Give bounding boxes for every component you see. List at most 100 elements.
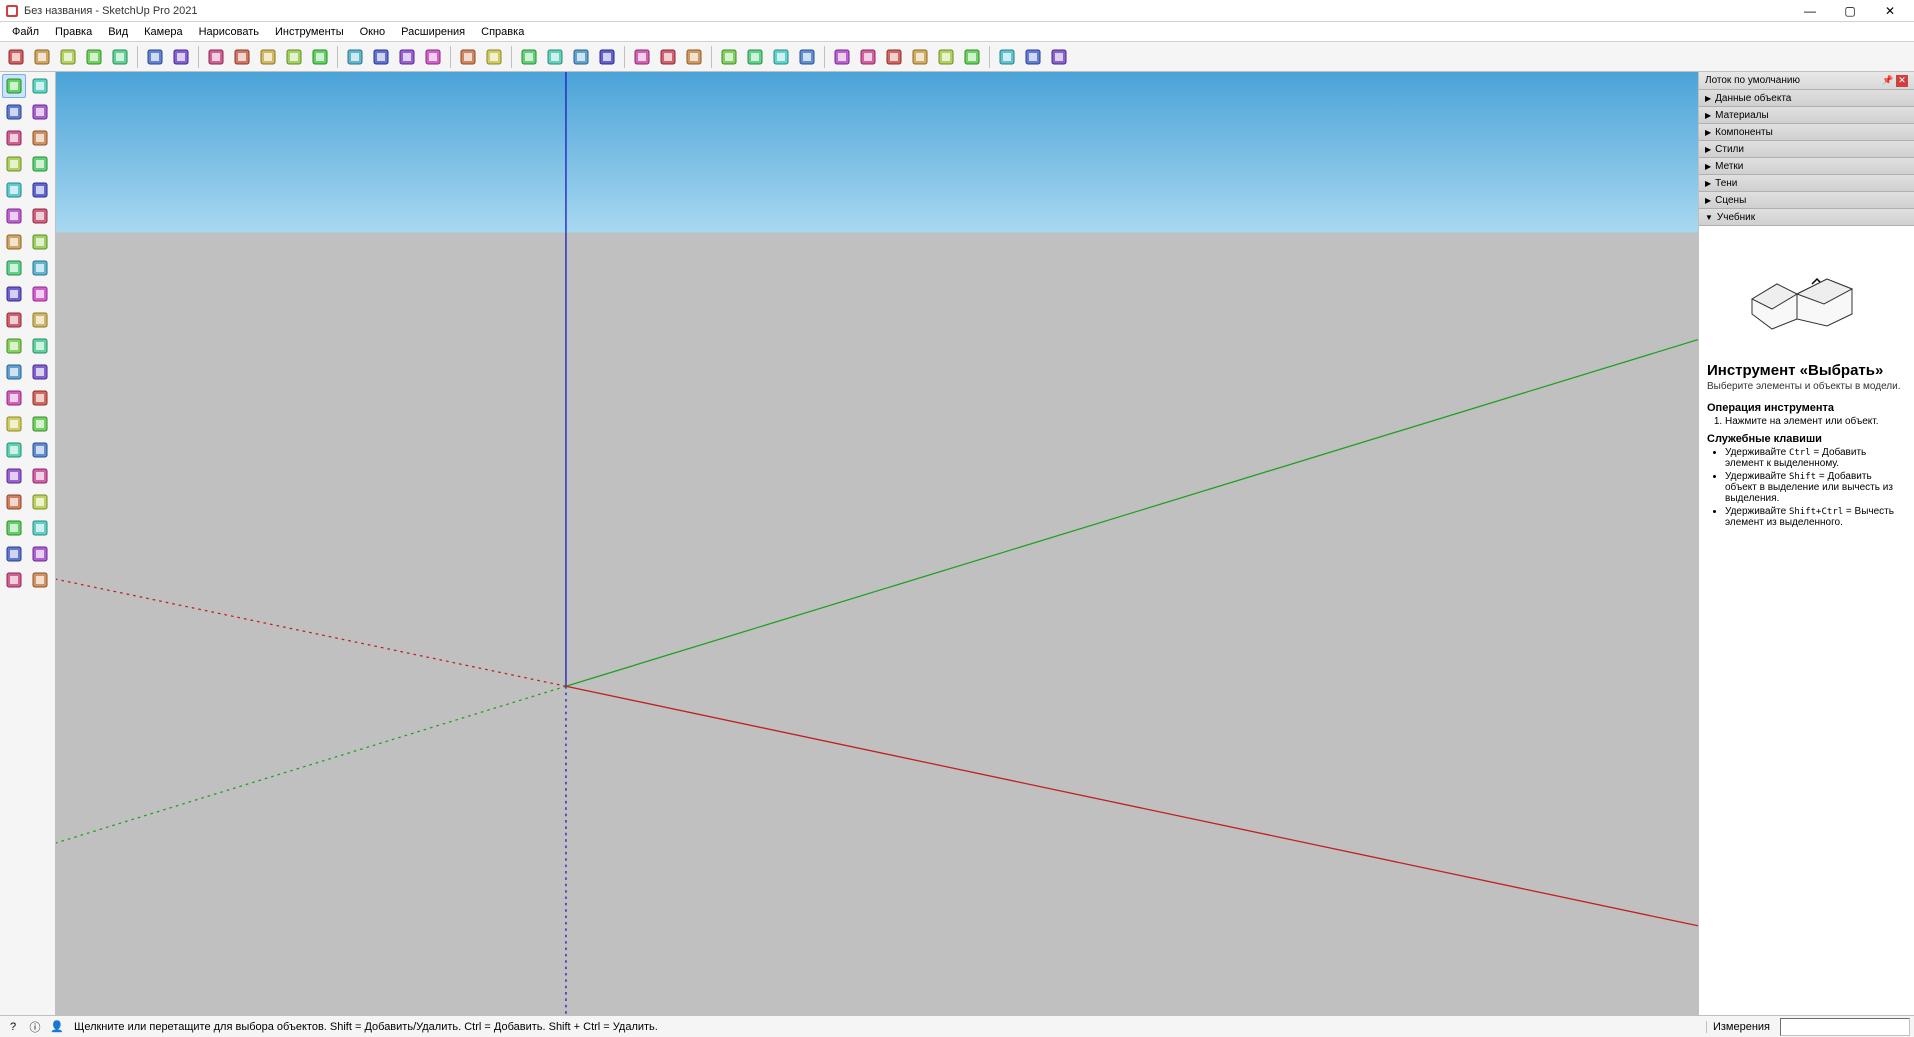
section1-icon[interactable] xyxy=(343,45,367,69)
zoomextents-tool[interactable] xyxy=(2,464,26,488)
sandbox4-icon[interactable] xyxy=(282,45,306,69)
rotated-rect-tool[interactable] xyxy=(28,152,52,176)
tray-panel-3[interactable]: ▶Стили xyxy=(1699,141,1914,158)
3dtext-tool[interactable] xyxy=(28,386,52,410)
pushpull-tool[interactable] xyxy=(28,256,52,280)
extra3-tool[interactable] xyxy=(2,568,26,592)
menu-tools[interactable]: Инструменты xyxy=(267,24,352,40)
offset-tool[interactable] xyxy=(28,308,52,332)
view4-icon[interactable] xyxy=(795,45,819,69)
axes-tool[interactable] xyxy=(2,386,26,410)
menu-extensions[interactable]: Расширения xyxy=(393,24,473,40)
ext2-icon[interactable] xyxy=(1021,45,1045,69)
arc3-tool[interactable] xyxy=(2,230,26,254)
solid3-icon[interactable] xyxy=(569,45,593,69)
solid4-icon[interactable] xyxy=(595,45,619,69)
rotate-tool[interactable] xyxy=(2,282,26,306)
freehand-tool[interactable] xyxy=(28,126,52,150)
warehouse3-icon[interactable] xyxy=(882,45,906,69)
tray-panel-5[interactable]: ▶Тени xyxy=(1699,175,1914,192)
orbit-tool[interactable] xyxy=(2,412,26,436)
section4-icon[interactable] xyxy=(421,45,445,69)
dimension-tool[interactable] xyxy=(28,334,52,358)
menu-view[interactable]: Вид xyxy=(100,24,136,40)
section-tool[interactable] xyxy=(28,516,52,540)
tray-close-icon[interactable]: ✕ xyxy=(1896,75,1908,87)
extra1-tool[interactable] xyxy=(2,542,26,566)
menu-help[interactable]: Справка xyxy=(473,24,532,40)
extra2-tool[interactable] xyxy=(28,542,52,566)
pan-tool[interactable] xyxy=(28,412,52,436)
measurements-input[interactable] xyxy=(1780,1018,1910,1036)
ext1-icon[interactable] xyxy=(995,45,1019,69)
position-camera-tool[interactable] xyxy=(2,490,26,514)
warehouse4-icon[interactable] xyxy=(908,45,932,69)
view2-icon[interactable] xyxy=(743,45,767,69)
sandbox5-icon[interactable] xyxy=(308,45,332,69)
close-button[interactable]: ✕ xyxy=(1870,0,1910,22)
pencil-tool[interactable] xyxy=(2,126,26,150)
warehouse1-icon[interactable] xyxy=(830,45,854,69)
refresh-icon[interactable] xyxy=(108,45,132,69)
warehouse6-icon[interactable] xyxy=(960,45,984,69)
line-tool[interactable] xyxy=(2,100,26,124)
status-user-icon[interactable]: 👤 xyxy=(48,1018,66,1036)
tray-panel-1[interactable]: ▶Материалы xyxy=(1699,107,1914,124)
protractor-tool[interactable] xyxy=(2,360,26,384)
zoom-tool[interactable] xyxy=(2,438,26,462)
menu-window[interactable]: Окно xyxy=(352,24,394,40)
maximize-button[interactable]: ▢ xyxy=(1830,0,1870,22)
tray-pin-icon[interactable]: 📌 xyxy=(1882,75,1894,87)
tape-tool[interactable] xyxy=(2,334,26,358)
arc2-tool[interactable] xyxy=(28,204,52,228)
status-help-icon[interactable]: ? xyxy=(4,1018,22,1036)
style3-icon[interactable] xyxy=(682,45,706,69)
polygon-tool[interactable] xyxy=(28,178,52,202)
extra4-tool[interactable] xyxy=(28,568,52,592)
walk-tool[interactable] xyxy=(2,516,26,540)
status-info-icon[interactable]: ⓘ xyxy=(26,1018,44,1036)
3dwarehouse-icon[interactable] xyxy=(82,45,106,69)
view1-icon[interactable] xyxy=(717,45,741,69)
arc-tool[interactable] xyxy=(2,204,26,228)
style2-icon[interactable] xyxy=(656,45,680,69)
menu-file[interactable]: Файл xyxy=(4,24,47,40)
menu-draw[interactable]: Нарисовать xyxy=(191,24,267,40)
upload-icon[interactable] xyxy=(56,45,80,69)
warehouse5-icon[interactable] xyxy=(934,45,958,69)
menu-camera[interactable]: Камера xyxy=(136,24,190,40)
pie-tool[interactable] xyxy=(28,230,52,254)
section2-icon[interactable] xyxy=(369,45,393,69)
section3-icon[interactable] xyxy=(395,45,419,69)
sandbox2-icon[interactable] xyxy=(230,45,254,69)
minimize-button[interactable]: — xyxy=(1790,0,1830,22)
open-icon[interactable] xyxy=(4,45,28,69)
geo2-icon[interactable] xyxy=(482,45,506,69)
menu-edit[interactable]: Правка xyxy=(47,24,100,40)
sandbox1-icon[interactable] xyxy=(204,45,228,69)
style1-icon[interactable] xyxy=(630,45,654,69)
previous-tool[interactable] xyxy=(28,464,52,488)
grid-icon[interactable] xyxy=(169,45,193,69)
solid1-icon[interactable] xyxy=(517,45,541,69)
tray-panel-7[interactable]: ▼Учебник xyxy=(1699,209,1914,226)
move-tool[interactable] xyxy=(2,256,26,280)
orbit-tool2[interactable] xyxy=(28,74,52,98)
scale-tool[interactable] xyxy=(2,308,26,332)
tray-panel-2[interactable]: ▶Компоненты xyxy=(1699,124,1914,141)
sandbox3-icon[interactable] xyxy=(256,45,280,69)
view3-icon[interactable] xyxy=(769,45,793,69)
warehouse2-icon[interactable] xyxy=(856,45,880,69)
circle-tool[interactable] xyxy=(2,178,26,202)
layer-icon[interactable] xyxy=(143,45,167,69)
lookaround-tool[interactable] xyxy=(28,490,52,514)
tray-panel-4[interactable]: ▶Метки xyxy=(1699,158,1914,175)
rectangle-tool[interactable] xyxy=(2,152,26,176)
viewport[interactable] xyxy=(56,72,1698,1015)
geo1-icon[interactable] xyxy=(456,45,480,69)
save-icon[interactable] xyxy=(30,45,54,69)
zoomwindow-tool[interactable] xyxy=(28,438,52,462)
eraser-tool[interactable] xyxy=(28,100,52,124)
followme-tool[interactable] xyxy=(28,282,52,306)
ext3-icon[interactable] xyxy=(1047,45,1071,69)
